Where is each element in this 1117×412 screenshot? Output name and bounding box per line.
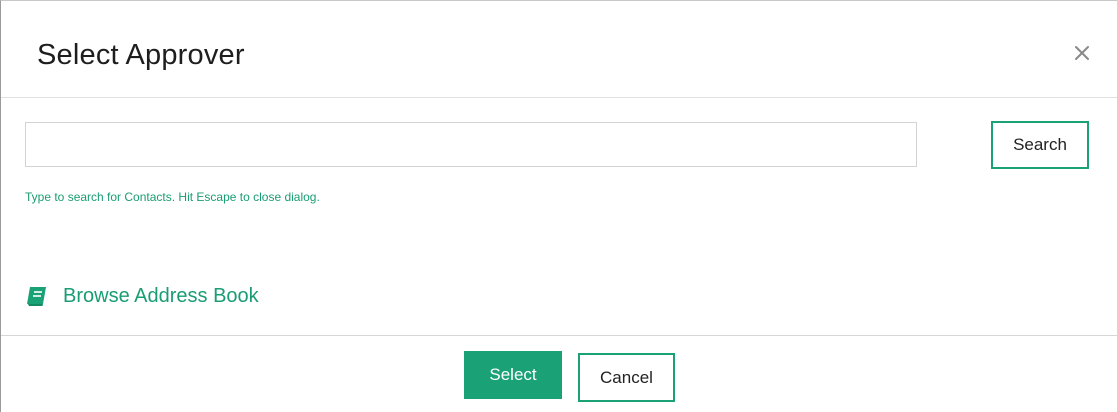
- dialog-title: Select Approver: [37, 39, 245, 71]
- dialog-header: Select Approver: [1, 1, 1117, 98]
- browse-address-book-link[interactable]: Browse Address Book: [25, 284, 259, 308]
- select-approver-dialog: Select Approver Search Type to search fo…: [0, 0, 1117, 412]
- dialog-footer: Select Cancel: [1, 336, 1117, 412]
- browse-address-book-label: Browse Address Book: [63, 284, 259, 307]
- book-icon: [25, 284, 49, 308]
- close-icon[interactable]: [1069, 40, 1095, 66]
- search-button[interactable]: Search: [991, 121, 1089, 169]
- select-button[interactable]: Select: [464, 351, 562, 399]
- search-hint: Type to search for Contacts. Hit Escape …: [25, 190, 320, 204]
- dialog-body: Search Type to search for Contacts. Hit …: [1, 98, 1117, 336]
- cancel-button[interactable]: Cancel: [578, 353, 675, 402]
- search-input[interactable]: [25, 122, 917, 167]
